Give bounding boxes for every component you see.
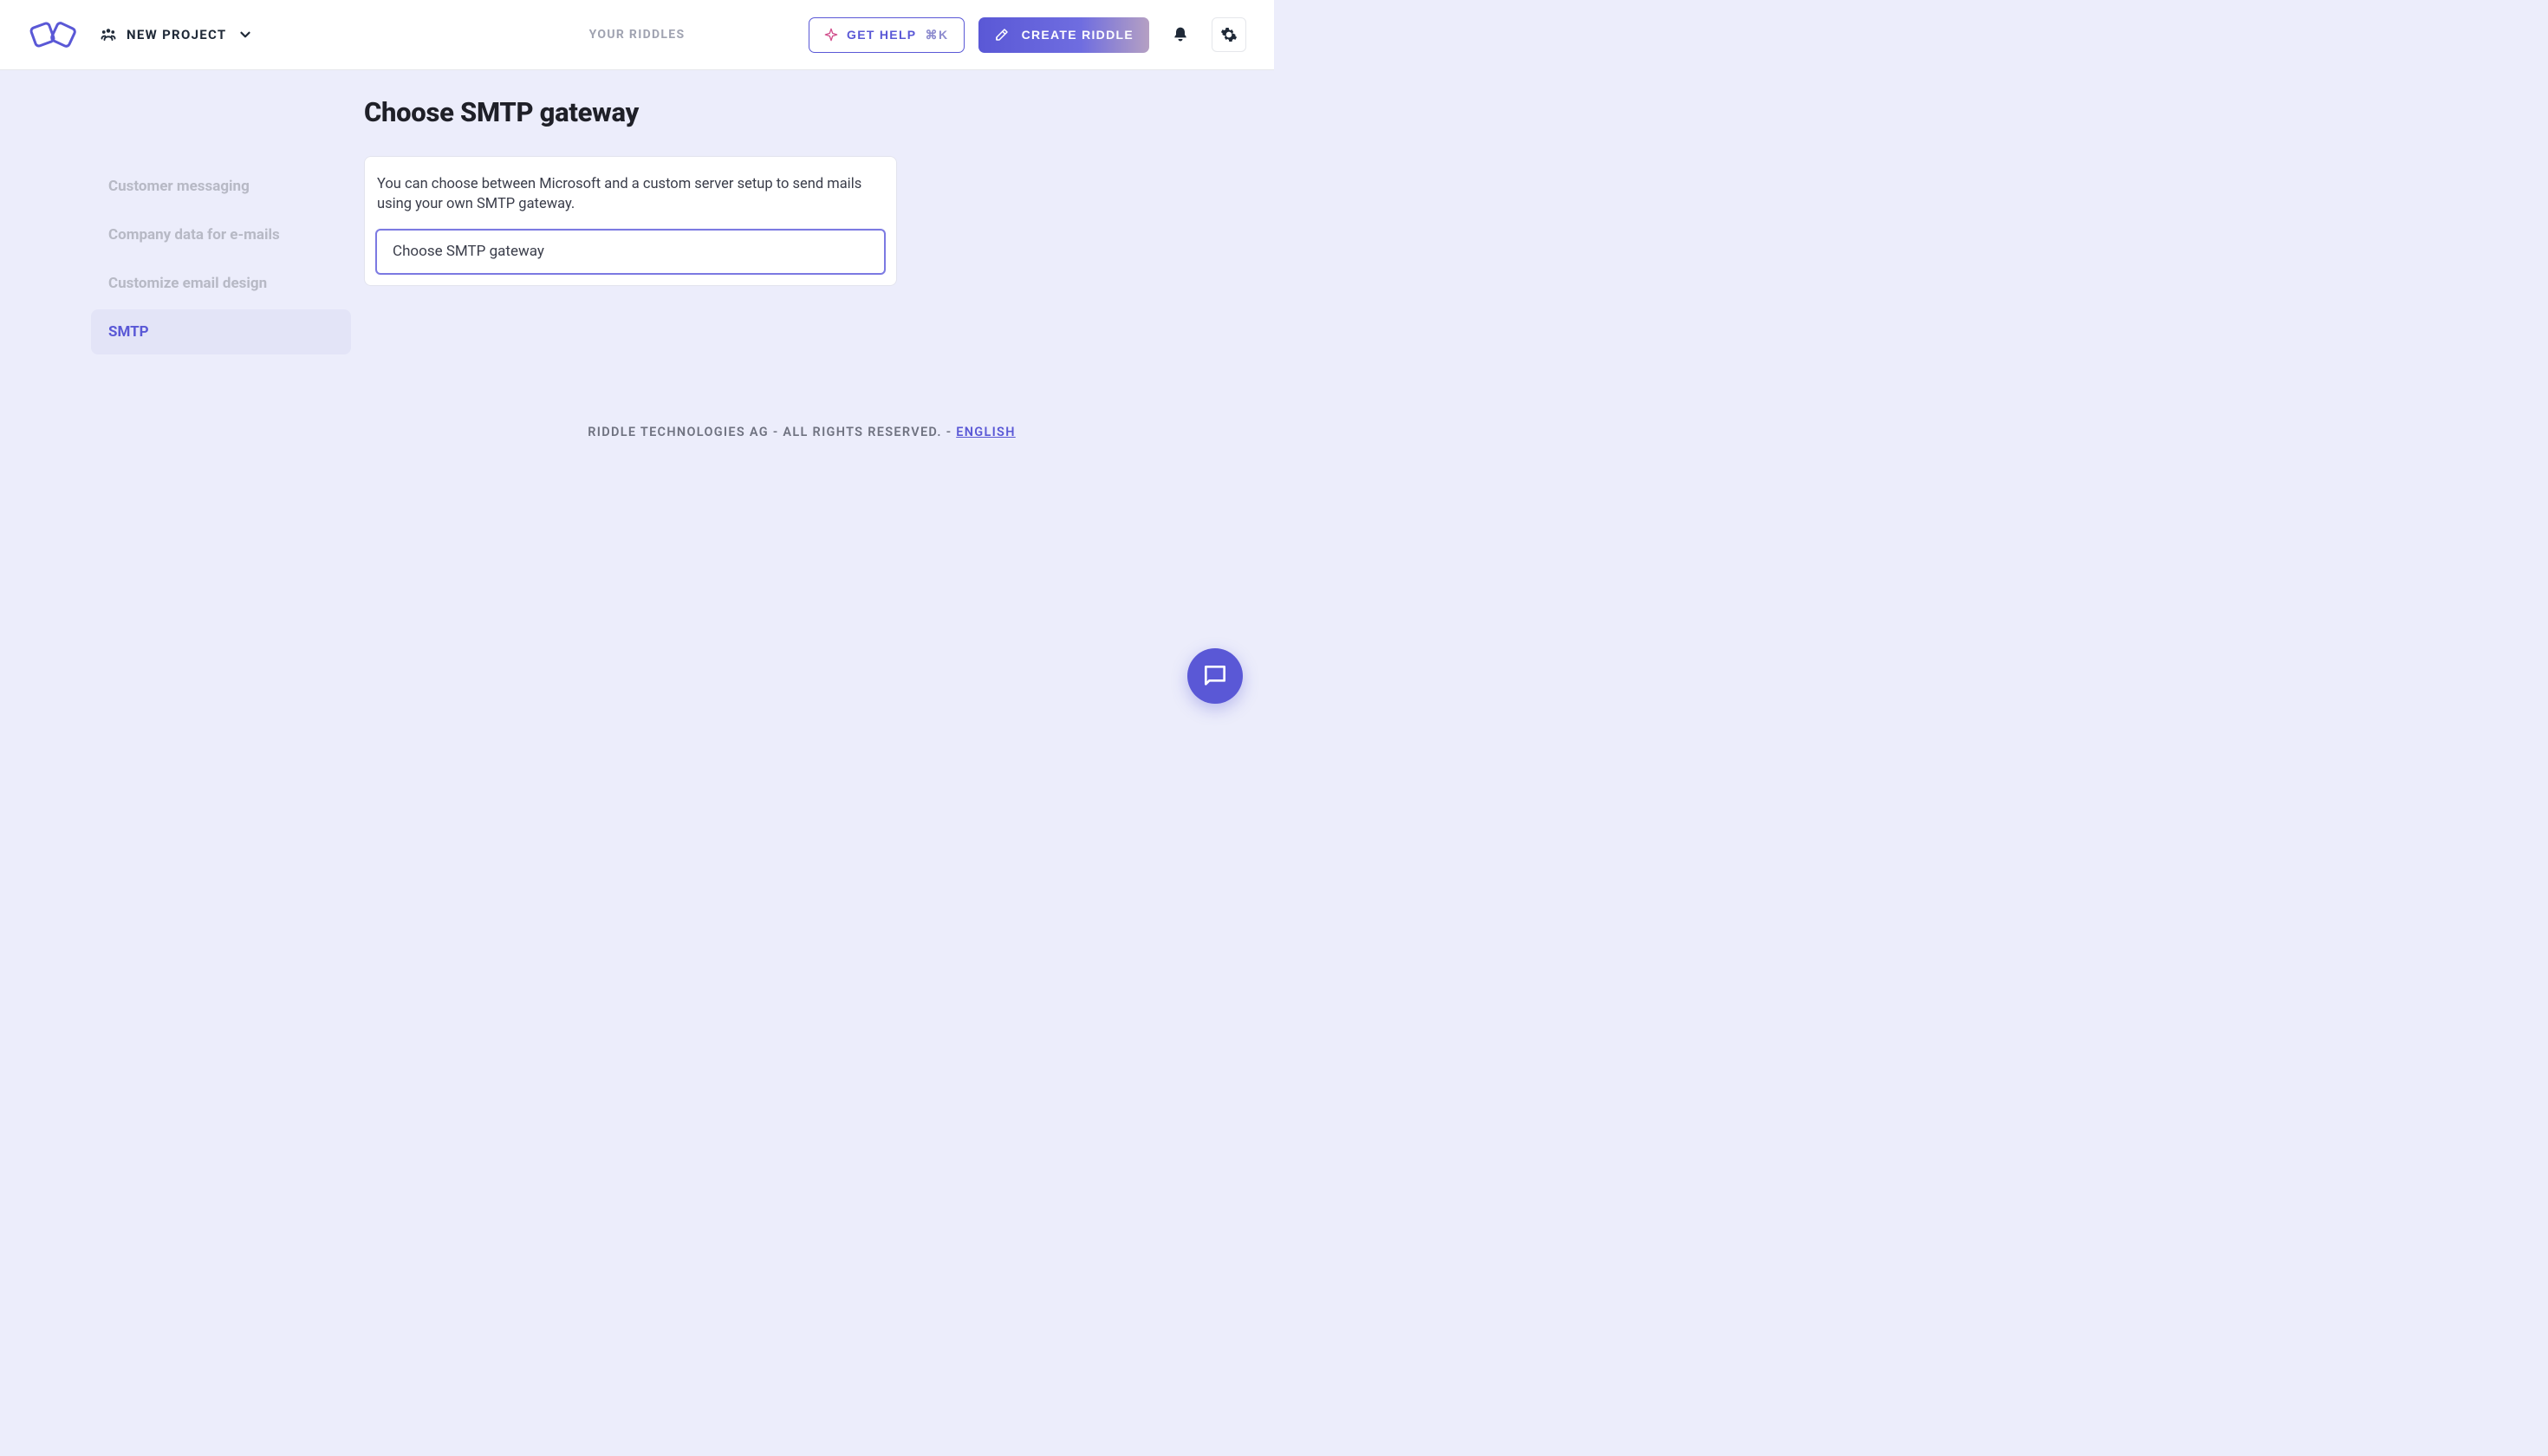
project-label: NEW PROJECT [127,27,227,42]
chat-icon [1201,662,1229,690]
header-actions: GET HELP ⌘K CREATE RIDDLE [809,17,1246,53]
sidebar-item-label: Company data for e-mails [108,226,280,244]
page-footer: RIDDLE TECHNOLOGIES AG - ALL RIGHTS RESE… [364,425,1239,439]
content-area: Choose SMTP gateway You can choose betwe… [364,96,1274,439]
get-help-button[interactable]: GET HELP ⌘K [809,17,965,53]
sidebar-item-label: Customer messaging [108,178,250,195]
notifications-button[interactable] [1163,17,1198,52]
chevron-down-icon [237,27,253,42]
gear-icon [1220,26,1238,43]
sparkle-icon [824,28,838,42]
settings-sidebar: Customer messaging Company data for e-ma… [0,96,364,439]
smtp-gateway-select[interactable]: Choose SMTP gateway [375,229,886,275]
sidebar-item-label: SMTP [108,323,149,341]
app-header: NEW PROJECT YOUR RIDDLES GET HELP ⌘K CRE… [0,0,1274,70]
sidebar-item-smtp[interactable]: SMTP [91,309,351,354]
get-help-label: GET HELP [847,28,916,42]
create-label: CREATE RIDDLE [1022,28,1134,42]
main-area: Customer messaging Company data for e-ma… [0,70,1274,439]
language-link[interactable]: ENGLISH [956,425,1016,439]
get-help-shortcut: ⌘K [925,28,948,42]
sidebar-item-customize-email[interactable]: Customize email design [91,261,351,306]
logo-icon [28,16,80,53]
chat-button[interactable] [1187,648,1243,704]
your-riddles-link[interactable]: YOUR RIDDLES [589,28,686,42]
page-title: Choose SMTP gateway [364,96,1239,128]
sidebar-item-customer-messaging[interactable]: Customer messaging [91,164,351,209]
sidebar-item-company-data[interactable]: Company data for e-mails [91,212,351,257]
settings-button[interactable] [1212,17,1246,52]
people-icon [101,27,116,42]
smtp-card: You can choose between Microsoft and a c… [364,156,897,286]
create-riddle-button[interactable]: CREATE RIDDLE [978,17,1149,53]
edit-icon [994,27,1010,42]
smtp-description: You can choose between Microsoft and a c… [375,174,886,229]
select-placeholder: Choose SMTP gateway [393,243,544,260]
bell-icon [1172,26,1189,43]
footer-text: RIDDLE TECHNOLOGIES AG - ALL RIGHTS RESE… [588,425,956,439]
project-selector[interactable]: NEW PROJECT [101,27,253,42]
app-logo[interactable] [28,16,80,53]
sidebar-item-label: Customize email design [108,275,267,292]
